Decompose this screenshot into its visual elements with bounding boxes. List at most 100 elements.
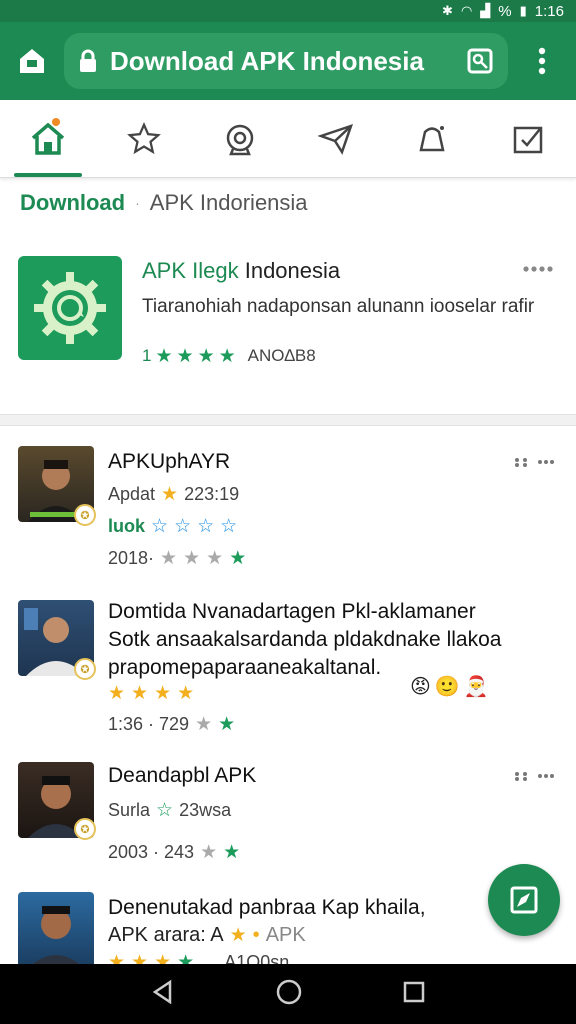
breadcrumb-separator: · (135, 195, 140, 211)
recents-button[interactable] (402, 980, 426, 1009)
address-bar[interactable]: Download APK Indonesia (64, 33, 508, 89)
list-item-more-button[interactable] (514, 454, 554, 472)
emoji-smile-icon: 🙂 (434, 676, 460, 698)
list-item-stats: 2018· ★ ★ ★ ★ (108, 548, 246, 569)
tab-updates[interactable] (480, 100, 576, 177)
tab-send[interactable] (288, 100, 384, 177)
featured-app-card[interactable]: APK Ilegk Indonesia Tiaranohiah nadapons… (0, 238, 576, 416)
signal-icon: ▟ (480, 3, 491, 18)
notification-dot (52, 118, 60, 126)
list-item-title: Denenutakad panbraa Kap khaila, (108, 896, 426, 919)
list-item-meta: Surla ☆ 23wsa (108, 800, 231, 821)
battery-icon: ▮ (519, 3, 527, 18)
status-time: 1:16 (534, 2, 564, 20)
store-icon (20, 49, 44, 73)
home-nav-button[interactable] (275, 978, 303, 1011)
breadcrumb: Download · APK Indoriensia (20, 186, 308, 220)
emoji-reactions[interactable]: 😡 🙂 🎅 (410, 674, 489, 699)
list-item-title-line2: Sotk ansaakalsardanda pldakdnake llakoa (108, 628, 502, 651)
meta-label: Apdat (108, 484, 156, 504)
battery-percent: % (498, 2, 512, 20)
star-icon: ★ (218, 714, 236, 735)
subtitle-text: APK arara: A (108, 924, 224, 946)
featured-app-description: Tiaranohiah nadaponsan alunann iooselar … (142, 296, 535, 317)
rating-count: 1 (142, 346, 152, 365)
bell-icon (419, 125, 445, 151)
tab-search[interactable] (192, 100, 288, 177)
breadcrumb-current: APK Indoriensia (149, 190, 308, 215)
recents-icon (404, 981, 425, 1002)
tab-favorites[interactable] (96, 100, 192, 177)
star-icon: ★ (177, 683, 195, 704)
update-icon (513, 126, 543, 153)
list-item[interactable]: ✪ Deandapbl APK Surla ☆ 23wsa 2003 · 243… (0, 756, 576, 876)
home-button[interactable] (0, 22, 64, 100)
url-title: Download APK Indonesia (110, 45, 424, 76)
stats-text: 2003 · 243 (108, 842, 195, 862)
emoji-angry-icon: 😡 (410, 676, 431, 698)
star-icon: ★ (229, 925, 247, 946)
list-item-stats: 1:36 · 729 ★ ★ (108, 714, 235, 735)
star-icon: ★ (108, 952, 126, 964)
verified-badge-icon: ✪ (74, 658, 96, 680)
star-icon (127, 121, 161, 154)
star-icon: ★ (160, 548, 178, 569)
back-icon (152, 979, 171, 1004)
emoji-hat-icon: 🎅 (463, 676, 489, 698)
search-icon (226, 124, 254, 155)
star-half-icon: ☆ (156, 800, 174, 821)
star-icon: ★ (108, 683, 126, 704)
star-icon: ★ (176, 345, 194, 367)
star-icon: ★ (200, 842, 218, 863)
featured-more-button[interactable] (522, 260, 554, 278)
bluetooth-icon: ✱ (442, 3, 453, 18)
star-icon: ★ (197, 345, 215, 367)
sync-gear-icon (34, 272, 106, 344)
star-outline-icon: ☆ (220, 516, 238, 537)
star-icon: ★ (206, 548, 224, 569)
breadcrumb-download[interactable]: Download (20, 190, 125, 216)
star-icon: ★ (154, 683, 172, 704)
featured-app-title: APK Ilegk Indonesia (142, 258, 340, 284)
status-bar: ✱ ◠ ▟ % ▮ 1:16 (0, 0, 576, 22)
tab-bar (0, 100, 576, 178)
more-vertical-icon (538, 47, 546, 75)
overflow-menu-button[interactable] (508, 22, 576, 100)
star-icon: ★ (155, 345, 173, 367)
verified-badge-icon: ✪ (74, 504, 96, 526)
list-item-title: APKUphAYR (108, 450, 231, 473)
list-item[interactable]: ✪ APKUphAYR Apdat ★ 223:19 luok ☆ ☆ ☆ ☆ … (0, 440, 576, 590)
list-item-more-button[interactable] (514, 768, 554, 786)
list-item-rating: luok ☆ ☆ ☆ ☆ (108, 516, 237, 537)
system-nav-bar (0, 964, 576, 1024)
app-thumbnail (18, 892, 94, 964)
star-icon: ★ (131, 952, 149, 964)
star-icon: ★ (218, 345, 236, 367)
featured-meta-text: ANO∆B8 (247, 346, 316, 365)
tab-notifications[interactable] (384, 100, 480, 177)
list-item-title-line3: prapomepaparaaneakaltanal. (108, 656, 382, 679)
meta-value: 23wsa (179, 800, 232, 820)
list-item-rating: ★ ★ ★ ★ (108, 684, 194, 703)
list-item-subtitle: APK arara: A ★ • APK (108, 924, 306, 947)
tab-home[interactable] (0, 100, 96, 177)
compose-fab[interactable] (488, 864, 560, 936)
rating-label: luok (108, 516, 146, 536)
meta-label: Surla (108, 800, 151, 820)
meta-value: 223:19 (184, 484, 240, 504)
star-icon: ★ (229, 548, 247, 569)
star-icon: ★ (177, 952, 195, 964)
featured-title-brand: APK Ilegk (142, 258, 239, 283)
star-icon: ★ (223, 842, 241, 863)
back-button[interactable] (150, 979, 176, 1010)
list-item[interactable]: ✪ Domtida Nvanadartagen Pkl-aklamaner So… (0, 592, 576, 752)
star-outline-icon: ☆ (151, 516, 169, 537)
share-screen-icon[interactable] (466, 47, 494, 75)
stats-text: 2018· (108, 548, 155, 568)
stats-text: A1O0sn (224, 952, 290, 964)
home-icon (31, 122, 65, 155)
star-outline-icon: ☆ (197, 516, 215, 537)
featured-app-rating: 1 ★ ★ ★ ★ ANO∆B8 (142, 346, 316, 366)
featured-app-icon (18, 256, 122, 360)
list-item-title: Domtida Nvanadartagen Pkl-aklamaner (108, 600, 476, 623)
